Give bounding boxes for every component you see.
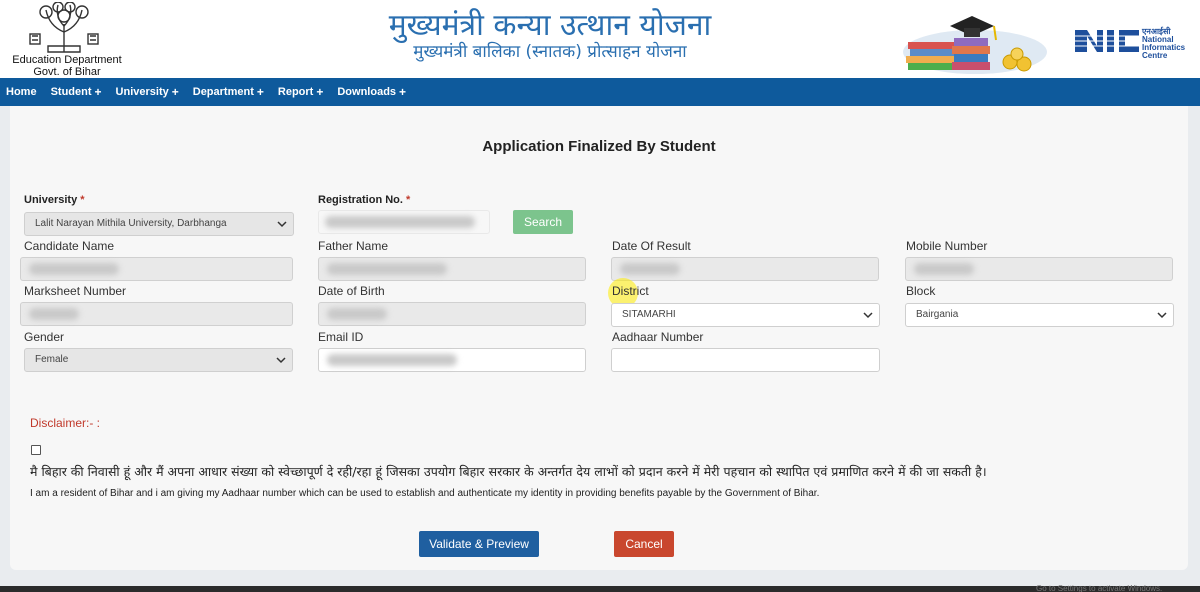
nav-downloads-label: Downloads [337,86,397,98]
chevron-down-icon [1157,312,1167,319]
bihar-emblem-logo [29,2,99,53]
scheme-subtitle: मुख्यमंत्री बालिका (स्नातक) प्रोत्साहन य… [413,42,687,62]
registration-label-text: Registration No. [318,194,403,206]
nav-department[interactable]: Department + [193,85,264,99]
dept-line-2: Govt. of Bihar [33,66,101,78]
bottom-bar [0,586,1200,592]
nav-university[interactable]: University + [116,85,179,99]
redacted-value [327,354,457,366]
nav-report-label: Report [277,86,314,98]
search-button[interactable]: Search [513,210,573,234]
nav-student-label: Student [50,86,92,98]
district-selected-value: SITAMARHI [622,309,676,320]
application-form-panel: Application Finalized By Student Univers… [10,106,1188,570]
scheme-title: मुख्यमंत्री कन्या उत्थान योजना [388,8,712,43]
candidate-name-label: Candidate Name [24,239,115,253]
activate-windows-watermark: Go to Settings to activate Windows. [1036,584,1163,592]
plus-icon: + [94,85,102,99]
cancel-button[interactable]: Cancel [614,531,674,557]
chevron-down-icon [863,312,873,319]
university-label-text: University [24,194,78,206]
candidate-name-field[interactable] [20,257,293,281]
nav-student[interactable]: Student + [51,85,102,99]
dob-label: Date of Birth [318,284,385,298]
chevron-down-icon [277,221,287,228]
registration-input[interactable] [318,210,490,234]
nic-text: एनआईसी National Informatics Centre [1142,28,1198,60]
validate-preview-button[interactable]: Validate & Preview [419,531,539,557]
block-select[interactable]: Bairgania [905,303,1174,327]
redacted-value [29,308,79,320]
required-mark: * [405,194,411,206]
mobile-number-label: Mobile Number [906,239,988,253]
nav-report[interactable]: Report + [278,85,323,99]
redacted-value [29,263,119,275]
plus-icon: + [256,85,264,99]
aadhaar-label: Aadhaar Number [612,330,704,344]
date-of-result-field[interactable] [611,257,879,281]
gender-select[interactable]: Female [24,348,293,372]
disclaimer-english-text: I am a resident of Bihar and i am giving… [30,488,820,499]
plus-icon: + [316,85,324,99]
main-navbar: Home Student + University + Department + Re… [0,78,1200,106]
nav-university-label: University [115,86,169,98]
aadhaar-field[interactable] [611,348,880,372]
university-selected-value: Lalit Narayan Mithila University, Darbha… [35,218,227,229]
block-selected-value: Bairgania [916,309,959,320]
district-select[interactable]: SITAMARHI [611,303,880,327]
gender-selected-value: Female [35,354,69,365]
disclaimer-heading: Disclaimer:- : [30,416,101,430]
block-label: Block [906,284,936,298]
disclaimer-hindi-text: मै बिहार की निवासी हूं और मैं अपना आधार … [30,464,987,479]
redacted-value [620,263,680,275]
nav-department-label: Department [192,86,254,98]
redacted-value [327,263,447,275]
redacted-value [327,308,387,320]
gender-label: Gender [24,330,65,344]
nav-downloads[interactable]: Downloads + [337,85,406,99]
district-label: District [612,284,649,298]
registration-label: Registration No. * [318,194,410,206]
chevron-down-icon [276,357,286,364]
mobile-number-field[interactable] [905,257,1173,281]
father-name-field[interactable] [318,257,586,281]
consent-checkbox[interactable] [31,445,41,455]
redacted-value [914,263,974,275]
plus-icon: + [399,85,407,99]
university-select[interactable]: Lalit Narayan Mithila University, Darbha… [24,212,294,236]
site-header: Education Department Govt. of Bihar मुख्… [0,0,1200,78]
plus-icon: + [171,85,179,99]
dob-field[interactable] [318,302,586,326]
nic-line-3: Centre [1142,51,1168,60]
department-name: Education Department Govt. of Bihar [6,54,128,78]
dept-line-1: Education Department [12,54,122,66]
father-name-label: Father Name [318,239,389,253]
nav-home[interactable]: Home [6,86,37,98]
marksheet-number-field[interactable] [20,302,293,326]
required-mark: * [80,194,85,206]
email-label: Email ID [318,330,364,344]
books-graduation-cap-graphic [903,16,1047,74]
page-title: Application Finalized By Student [482,138,716,155]
nav-home-label: Home [6,86,37,98]
date-of-result-label: Date Of Result [612,239,691,253]
marksheet-number-label: Marksheet Number [24,284,127,298]
university-label: University * [24,194,84,206]
redacted-value [325,216,475,228]
email-field[interactable] [318,348,586,372]
